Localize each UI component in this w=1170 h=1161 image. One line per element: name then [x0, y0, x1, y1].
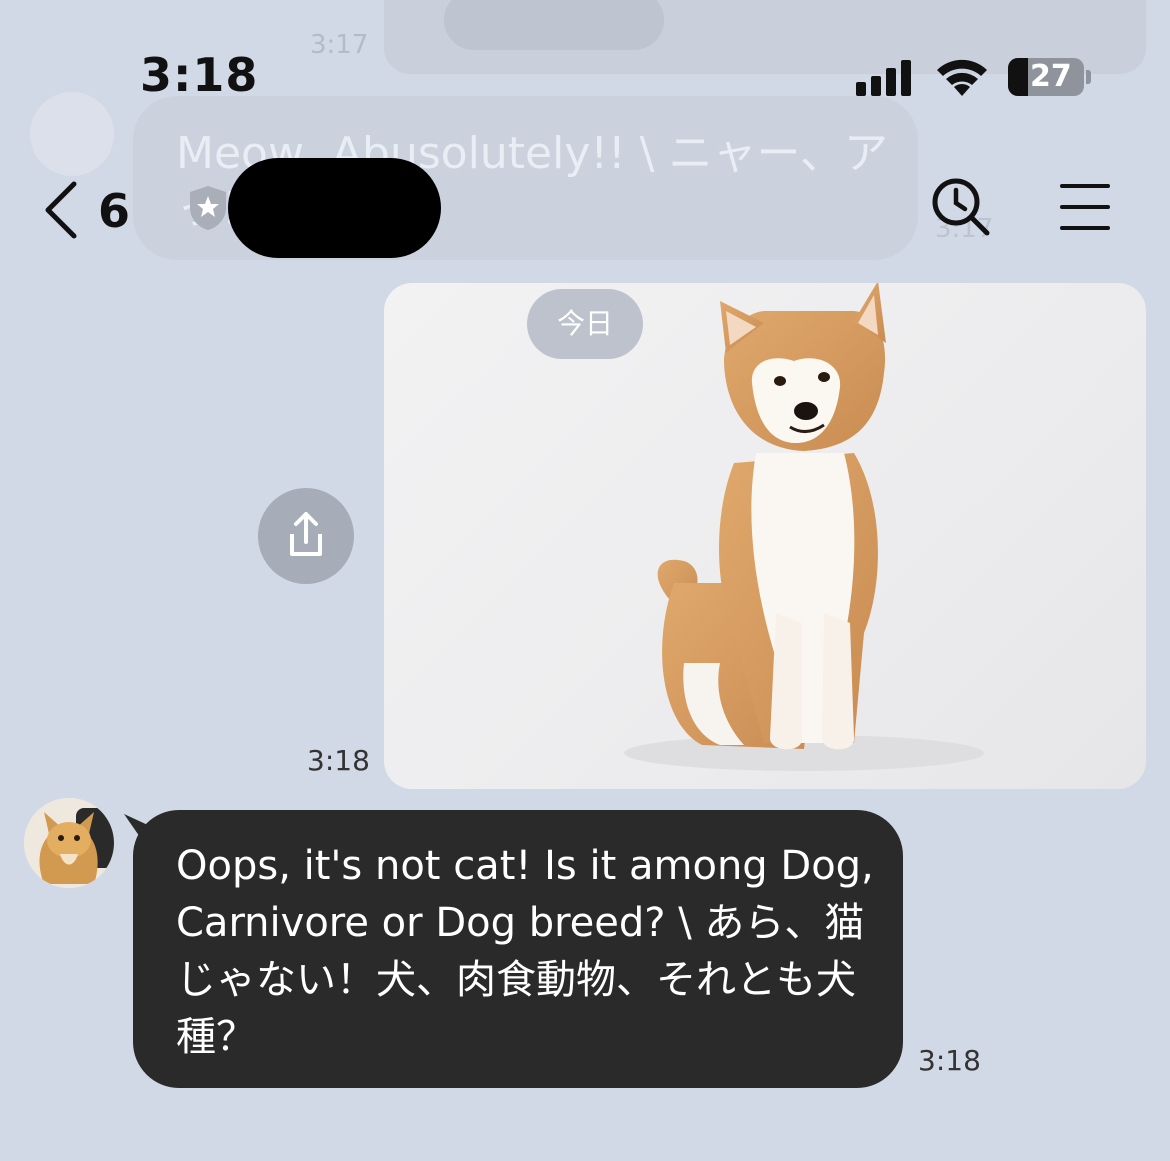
- battery-icon: 27: [1008, 58, 1084, 96]
- dog-photo: [624, 283, 984, 771]
- unread-count: 6: [98, 184, 131, 238]
- image-message[interactable]: 今日: [384, 283, 1146, 789]
- cat-avatar-image: [24, 798, 114, 888]
- cellular-signal-icon: [856, 58, 916, 96]
- back-button[interactable]: 6: [40, 178, 140, 242]
- share-button[interactable]: [258, 488, 354, 584]
- battery-cap: [1086, 70, 1091, 84]
- date-chip: 今日: [527, 289, 643, 359]
- status-bar-time: 3:18: [140, 48, 259, 102]
- official-account-badge-icon: [190, 186, 226, 230]
- chat-title-redacted: [228, 158, 441, 258]
- wifi-icon: [937, 59, 987, 96]
- chevron-left-icon: [45, 181, 77, 239]
- previous-message-avatar: [30, 92, 114, 176]
- previous-image-time: 3:17: [310, 30, 369, 60]
- previous-image-content: [444, 0, 664, 50]
- menu-icon[interactable]: [1060, 184, 1112, 230]
- search-history-icon[interactable]: [930, 176, 992, 238]
- image-message-time: 3:18: [307, 744, 370, 777]
- received-message-text: Oops, it's not cat! Is it among Dog, Car…: [176, 843, 874, 1060]
- avatar[interactable]: [24, 798, 114, 888]
- battery-level: 27: [1030, 59, 1072, 94]
- received-message-time: 3:18: [918, 1044, 981, 1077]
- share-icon: [290, 512, 322, 556]
